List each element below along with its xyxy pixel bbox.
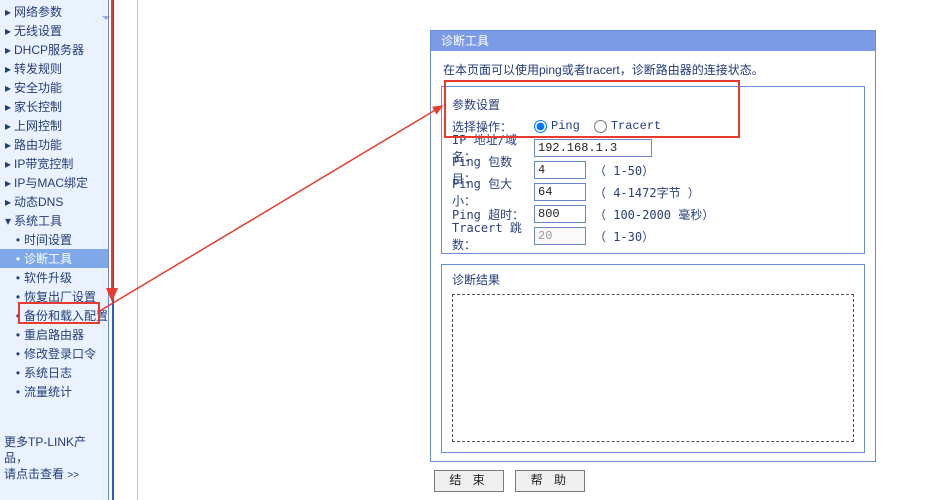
size-input[interactable] (534, 183, 586, 201)
sidebar-item-ipmac[interactable]: ▸IP与MAC绑定 (0, 173, 108, 192)
timeout-input[interactable] (534, 205, 586, 223)
sidebar-item-systools[interactable]: ▾系统工具 (0, 211, 108, 230)
timeout-hint: （ 100-2000 毫秒） (594, 206, 714, 223)
sidebar-footer: 更多TP-LINK产品， 请点击查看 >> (4, 434, 108, 484)
intro-text: 在本页面可以使用ping或者tracert，诊断路由器的连接状态。 (443, 61, 865, 78)
caret-icon: ▸ (4, 119, 12, 133)
sidebar-item-traffic[interactable]: •流量统计 (0, 382, 108, 401)
sidebar-item-factory[interactable]: •恢复出厂设置 (0, 287, 108, 306)
result-area (452, 294, 854, 442)
sidebar-item-backup[interactable]: •备份和载入配置 (0, 306, 108, 325)
radio-tracert[interactable]: Tracert (594, 119, 661, 133)
parameter-form: 参数设置 选择操作： Ping Tracert (441, 86, 865, 254)
bullet-icon: • (14, 385, 22, 399)
count-input[interactable] (534, 161, 586, 179)
bullet-icon: • (14, 233, 22, 247)
caret-icon: ▸ (4, 43, 12, 57)
bullet-icon: • (14, 366, 22, 380)
params-label: 参数设置 (452, 96, 534, 113)
footer-line1: 更多TP-LINK产品， (4, 435, 86, 465)
bullet-icon: • (14, 347, 22, 361)
sidebar-item-upgrade[interactable]: •软件升级 (0, 268, 108, 287)
sidebar-item-access[interactable]: ▸上网控制 (0, 116, 108, 135)
sidebar-item-reboot[interactable]: •重启路由器 (0, 325, 108, 344)
sidebar-item-diagnostic[interactable]: •诊断工具 (0, 249, 108, 268)
radio-ping[interactable]: Ping (534, 119, 580, 133)
bullet-icon: • (14, 252, 22, 266)
sidebar-item-dhcp[interactable]: ▸DHCP服务器 (0, 40, 108, 59)
sidebar-item-wireless[interactable]: ▸无线设置 (0, 21, 108, 40)
sidebar-item-password[interactable]: •修改登录口令 (0, 344, 108, 363)
ip-input[interactable] (534, 139, 652, 157)
caret-icon: ▸ (4, 81, 12, 95)
caret-icon: ▸ (4, 138, 12, 152)
sidebar-item-forward[interactable]: ▸转发规则 (0, 59, 108, 78)
sidebar-item-security[interactable]: ▸安全功能 (0, 78, 108, 97)
panel-body: 在本页面可以使用ping或者tracert，诊断路由器的连接状态。 参数设置 选… (431, 51, 875, 461)
vertical-sep2 (137, 0, 138, 500)
result-title: 诊断结果 (452, 271, 854, 288)
sidebar-item-network[interactable]: ▸网络参数 (0, 2, 108, 21)
panel-title: 诊断工具 (431, 31, 875, 51)
size-row: Ping 包大小： （ 4-1472字节 ） (452, 181, 854, 203)
content: 诊断工具 在本页面可以使用ping或者tracert，诊断路由器的连接状态。 参… (430, 30, 876, 492)
caret-icon: ▸ (4, 195, 12, 209)
result-box: 诊断结果 (441, 264, 865, 453)
group-label-row: 参数设置 (452, 93, 854, 115)
help-button[interactable]: 帮 助 (515, 470, 585, 492)
sidebar-item-qos[interactable]: ▸IP带宽控制 (0, 154, 108, 173)
bullet-icon: • (14, 328, 22, 342)
vertical-sep (112, 0, 114, 500)
hops-hint: （ 1-30） (594, 228, 654, 245)
sidebar-item-ddns[interactable]: ▸动态DNS (0, 192, 108, 211)
caret-icon: ▸ (4, 100, 12, 114)
hops-row: Tracert 跳数： （ 1-30） (452, 225, 854, 247)
footer-link[interactable]: 请点击查看 >> (4, 467, 79, 481)
sidebar-item-parental[interactable]: ▸家长控制 (0, 97, 108, 116)
size-hint: （ 4-1472字节 ） (594, 184, 700, 201)
root: ▸网络参数 ▸无线设置 ▸DHCP服务器 ▸转发规则 ▸安全功能 ▸家长控制 ▸… (0, 0, 937, 500)
diagnostic-panel: 诊断工具 在本页面可以使用ping或者tracert，诊断路由器的连接状态。 参… (430, 30, 876, 462)
caret-icon: ▸ (4, 24, 12, 38)
bullet-icon: • (14, 290, 22, 304)
button-row: 结 束 帮 助 (430, 470, 876, 492)
caret-icon: ▸ (4, 157, 12, 171)
sidebar-item-time[interactable]: •时间设置 (0, 230, 108, 249)
dropdown-caret-icon (102, 16, 110, 20)
hops-input (534, 227, 586, 245)
sidebar-item-syslog[interactable]: •系统日志 (0, 363, 108, 382)
count-hint: （ 1-50） (594, 162, 654, 179)
radio-tracert-input[interactable] (594, 120, 607, 133)
caret-down-icon: ▾ (4, 214, 12, 228)
caret-icon: ▸ (4, 5, 12, 19)
arrow-icon: >> (67, 470, 79, 481)
size-label: Ping 包大小： (452, 175, 534, 209)
caret-icon: ▸ (4, 176, 12, 190)
caret-icon: ▸ (4, 62, 12, 76)
sidebar-item-routing[interactable]: ▸路由功能 (0, 135, 108, 154)
sidebar: ▸网络参数 ▸无线设置 ▸DHCP服务器 ▸转发规则 ▸安全功能 ▸家长控制 ▸… (0, 0, 109, 500)
radio-ping-input[interactable] (534, 120, 547, 133)
bullet-icon: • (14, 309, 22, 323)
start-button[interactable]: 结 束 (434, 470, 504, 492)
bullet-icon: • (14, 271, 22, 285)
hops-label: Tracert 跳数： (452, 219, 534, 253)
